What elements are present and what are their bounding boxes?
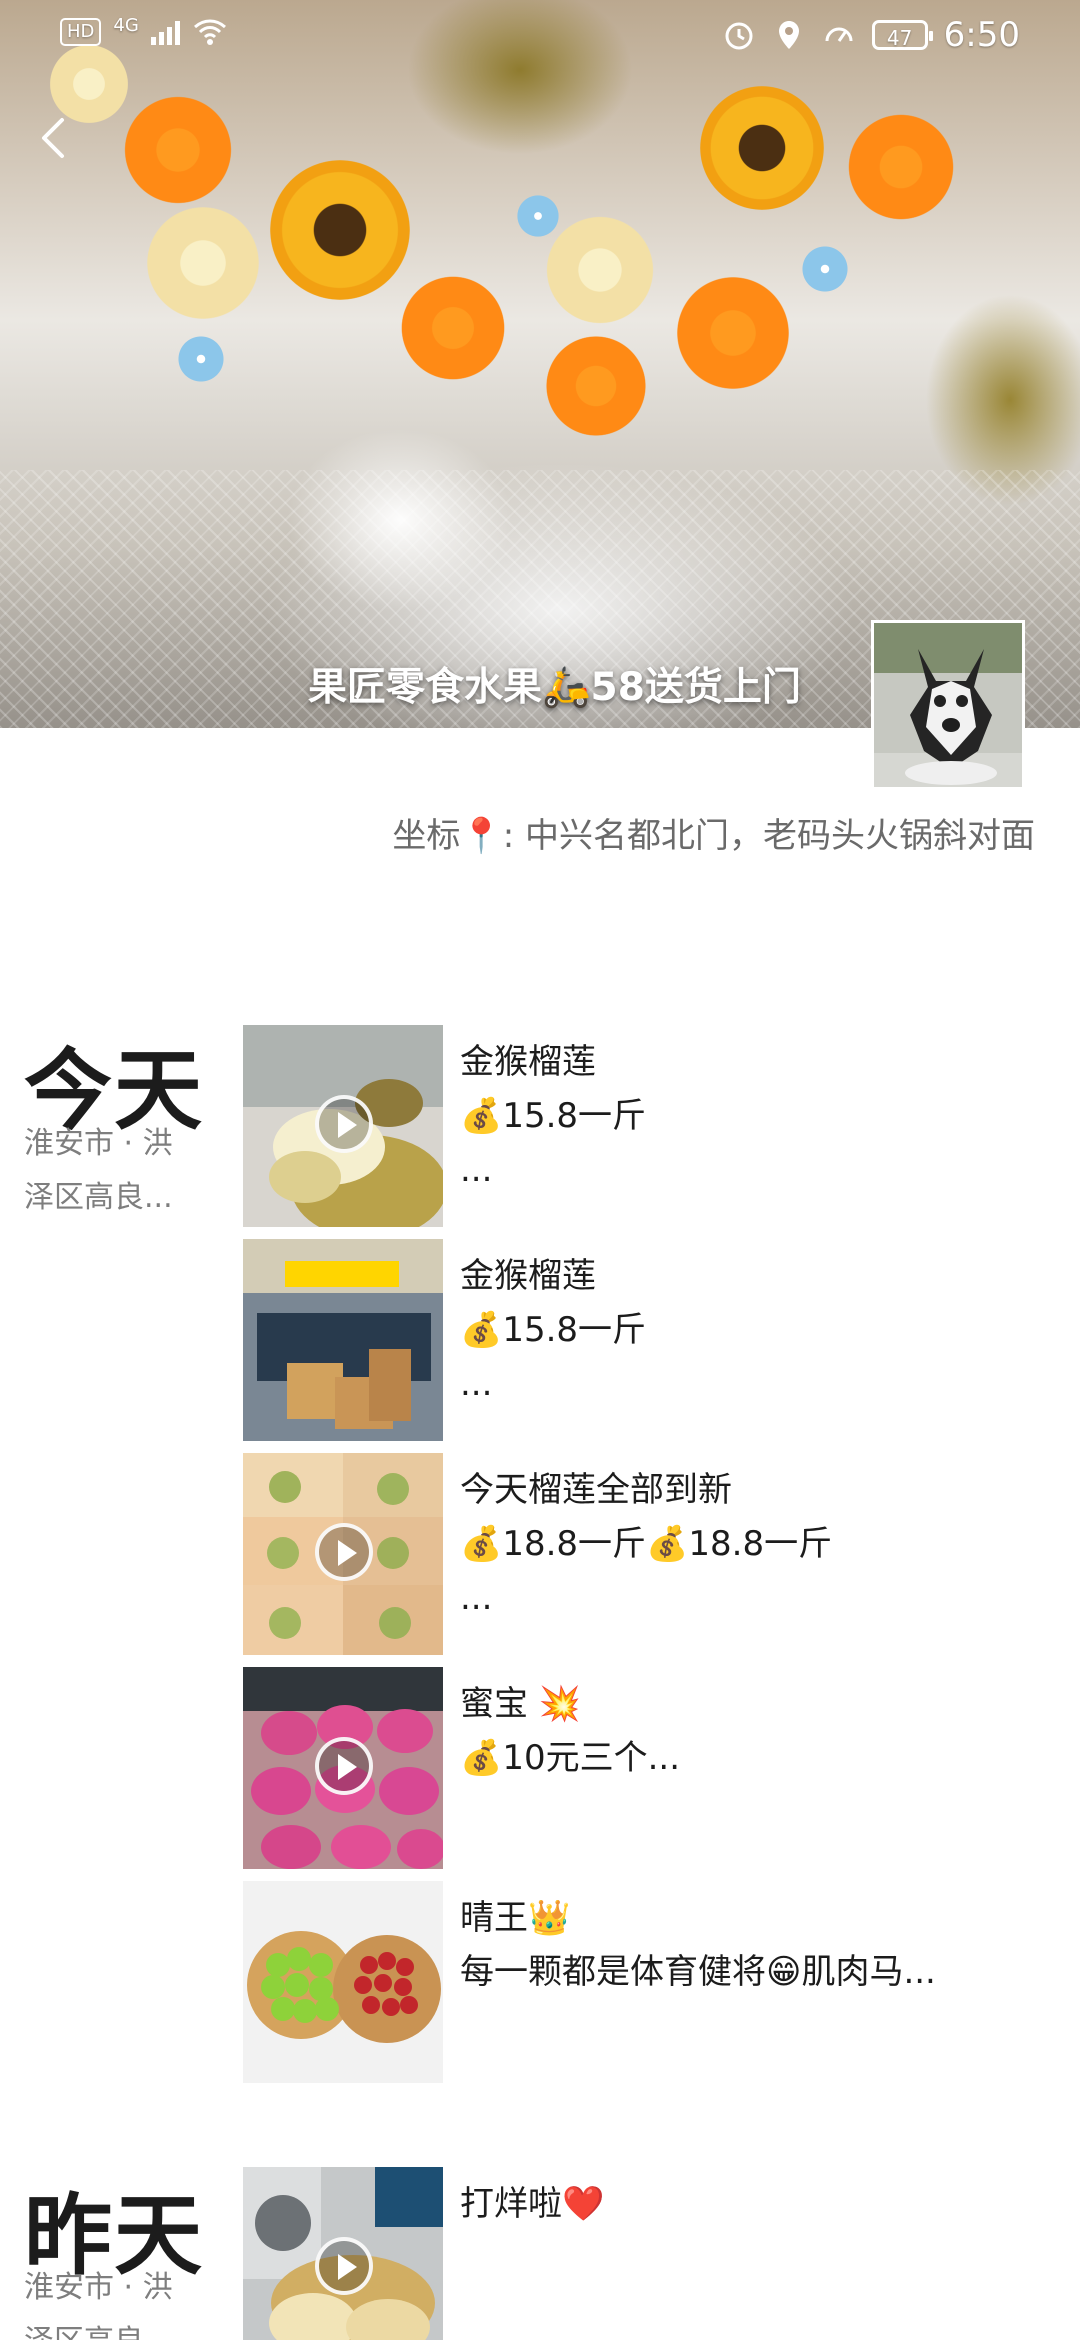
back-arrow-icon[interactable] xyxy=(34,116,72,160)
post-more: ... xyxy=(460,1578,493,1618)
post-thumbnail xyxy=(243,1453,443,1655)
post-more: ... xyxy=(460,1150,493,1190)
post-text: 晴王👑 每一颗都是体育健将😁肌肉马... xyxy=(460,1891,1040,1999)
post-title: 今天榴莲全部到新 xyxy=(460,1470,732,1510)
post-title: 金猴榴莲 xyxy=(460,1042,596,1082)
wifi-icon xyxy=(193,19,226,45)
post-body: 每一颗都是体育健将😁肌肉马... xyxy=(460,1952,936,1992)
post-text: 金猴榴莲 💰15.8一斤 ... xyxy=(460,1249,1040,1411)
location-yesterday: 淮安市 · 洪泽区高良... xyxy=(24,2270,173,2340)
status-bar: HD 4G 47 6:50 xyxy=(0,0,1080,78)
blue-flower-1 xyxy=(166,324,236,394)
rose-5 xyxy=(842,108,960,226)
rose-2 xyxy=(395,270,511,386)
post-title: 蜜宝 💥 xyxy=(460,1684,582,1724)
rose-4 xyxy=(670,270,796,396)
sunflower-1 xyxy=(270,160,410,300)
avatar[interactable] xyxy=(871,620,1025,790)
post-text: 金猴榴莲 💰15.8一斤 ... xyxy=(460,1035,1040,1197)
play-icon xyxy=(315,1095,373,1153)
profile-name: 果匠零食水果🛵58送货上门 xyxy=(308,665,801,710)
post-thumbnail xyxy=(243,1239,443,1441)
blue-flower-2 xyxy=(506,184,570,248)
hd-badge: HD xyxy=(60,18,102,46)
post-more: ... xyxy=(460,1364,493,1404)
speedometer-icon xyxy=(825,27,853,42)
post-thumbnail xyxy=(243,1667,443,1869)
play-icon xyxy=(315,1523,373,1581)
status-left: HD 4G xyxy=(60,15,228,46)
post-dragonfruit[interactable]: 蜜宝 💥 💰10元三个... xyxy=(243,1667,1043,1869)
post-price: 💰18.8一斤💰18.8一斤 xyxy=(460,1524,833,1564)
post-durian-1[interactable]: 金猴榴莲 💰15.8一斤 ... xyxy=(243,1025,1043,1227)
signal-icon xyxy=(150,19,180,45)
play-icon xyxy=(315,1737,373,1795)
status-time: 6:50 xyxy=(943,15,1020,55)
post-price: 💰15.8一斤 xyxy=(460,1310,647,1350)
post-price: 💰15.8一斤 xyxy=(460,1096,647,1136)
post-durian-2[interactable]: 金猴榴莲 💰15.8一斤 ... xyxy=(243,1239,1043,1441)
post-title: 晴王👑 xyxy=(460,1898,571,1938)
post-title: 金猴榴莲 xyxy=(460,1256,596,1296)
post-durian-3[interactable]: 今天榴莲全部到新 💰18.8一斤💰18.8一斤 ... xyxy=(243,1453,1043,1655)
location-icon xyxy=(778,21,799,49)
post-thumbnail xyxy=(243,2167,443,2340)
alarm-icon xyxy=(725,22,753,50)
post-thumbnail xyxy=(243,1881,443,2083)
cover-image[interactable] xyxy=(0,0,1080,728)
sunflower-2 xyxy=(700,86,824,210)
rose-1 xyxy=(118,90,238,210)
battery-icon: 47 xyxy=(871,20,933,50)
post-text: 打烊啦❤️ xyxy=(460,2177,1040,2231)
play-icon xyxy=(315,2237,373,2295)
location-today: 淮安市 · 洪泽区高良... xyxy=(24,1126,173,1215)
signature-text: 坐标📍: 中兴名都北门，老码头火锅斜对面 xyxy=(392,816,1035,856)
post-closing[interactable]: 打烊啦❤️ xyxy=(243,2167,1043,2340)
blue-flower-3 xyxy=(790,234,860,304)
network-badge: 4G xyxy=(113,15,139,36)
husky-avatar-icon xyxy=(874,623,1022,787)
post-grapes-tomatoes[interactable]: 晴王👑 每一颗都是体育健将😁肌肉马... xyxy=(243,1881,1043,2083)
post-title: 打烊啦❤️ xyxy=(460,2184,605,2224)
moments-album-page: HD 4G 47 6:50 果匠零食水果🛵58送货上门 坐标📍: 中兴名都北门，… xyxy=(0,0,1080,2340)
rose-3 xyxy=(540,330,652,442)
status-right: 47 6:50 xyxy=(722,15,1020,55)
post-thumbnail xyxy=(243,1025,443,1227)
cream-rose-1 xyxy=(140,200,266,326)
post-text: 蜜宝 💥 💰10元三个... xyxy=(460,1677,1040,1785)
post-price: 💰10元三个... xyxy=(460,1738,681,1778)
post-text: 今天榴莲全部到新 💰18.8一斤💰18.8一斤 ... xyxy=(460,1463,1040,1625)
